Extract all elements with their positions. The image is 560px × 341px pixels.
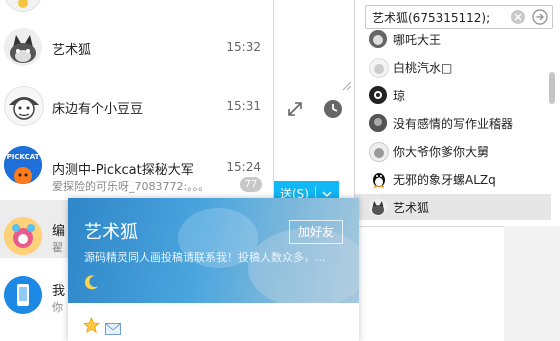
member-item-selected[interactable]: 艺术狐 — [355, 194, 551, 220]
avatar — [4, 28, 42, 66]
chat-name: 编 — [52, 224, 66, 239]
star-icon — [83, 316, 100, 338]
profile-name: 艺术狐 — [84, 222, 138, 243]
avatar — [369, 58, 389, 78]
chat-time: 15:32 — [226, 40, 261, 54]
chat-time: 15:24 — [226, 160, 261, 174]
member-item[interactable]: 没有感情的写作业稽器 — [355, 110, 551, 136]
avatar — [369, 30, 387, 48]
chat-preview: 翟 — [52, 241, 63, 254]
avatar — [4, 276, 42, 314]
chat-name: 我 — [52, 284, 66, 299]
chat-preview: 你 — [52, 301, 63, 314]
member-name: 艺术狐 — [393, 201, 430, 215]
member-item[interactable]: 白桃汽水□ — [355, 54, 551, 80]
member-name: 没有感情的写作业稽器 — [393, 117, 514, 131]
mail-icon[interactable] — [105, 320, 121, 339]
profile-card-header: 艺术狐 加好友 源码精灵同人画投稿请联系我！投稿人数众多，... — [68, 198, 359, 303]
mention-member-panel: 哪吒大王 白桃汽水□ 琼 没有感情的写作业稽器 你大爷你爹你大舅 无邪的象牙螺A… — [354, 0, 560, 227]
avatar — [369, 114, 387, 132]
chat-item[interactable]: 床边有个小豆豆 15:31 — [0, 77, 273, 135]
chat-preview: 爱探险的可乐呀_7083772:。。。 — [52, 180, 210, 193]
avatar — [369, 198, 387, 216]
member-name: 无邪的象牙螺ALZq — [393, 173, 496, 187]
member-name: 哪吒大王 — [393, 33, 442, 47]
chat-item[interactable]: 艺术狐 15:32 — [0, 18, 273, 76]
expand-icon[interactable] — [286, 100, 304, 122]
avatar — [4, 217, 42, 255]
member-list-scrollbar[interactable] — [549, 72, 555, 104]
member-item[interactable]: 琼 — [355, 82, 551, 108]
svg-text:PICKCAT: PICKCAT — [7, 153, 40, 161]
member-name: 白桃汽水□ — [393, 61, 453, 75]
profile-card: 艺术狐 加好友 源码精灵同人画投稿请联系我！投稿人数众多，... — [68, 198, 359, 341]
member-item[interactable]: 哪吒大王 — [355, 26, 551, 52]
right-bottom-background — [504, 226, 560, 341]
chat-item[interactable]: PICKCAT 内测中-Pickcat探秘大军 15:24 爱探险的可乐呀_70… — [0, 137, 273, 195]
avatar — [369, 86, 387, 104]
unread-badge: 77 — [240, 177, 262, 192]
mention-search-input[interactable] — [372, 6, 497, 28]
avatar[interactable] — [4, 0, 42, 12]
member-name: 琼 — [393, 89, 406, 103]
chat-name: 内测中-Pickcat探秘大军 — [52, 163, 194, 178]
history-clock-icon[interactable] — [323, 99, 343, 123]
member-item[interactable]: 无邪的象牙螺ALZq — [355, 166, 551, 192]
add-friend-button[interactable]: 加好友 — [289, 220, 343, 244]
chat-name: 床边有个小豆豆 — [52, 102, 144, 117]
profile-signature: 源码精灵同人画投稿请联系我！投稿人数众多，... — [84, 251, 326, 264]
avatar — [369, 142, 389, 162]
chat-time: 15:31 — [226, 99, 261, 113]
resize-corner-icon — [342, 76, 352, 95]
avatar — [4, 86, 44, 126]
avatar: PICKCAT — [4, 146, 42, 184]
moon-icon — [84, 274, 100, 294]
chat-name: 艺术狐 — [52, 43, 92, 58]
member-item[interactable]: 你大爷你爹你大舅 — [355, 138, 551, 164]
member-name: 你大爷你爹你大舅 — [393, 145, 490, 159]
penguin-icon — [371, 170, 387, 192]
